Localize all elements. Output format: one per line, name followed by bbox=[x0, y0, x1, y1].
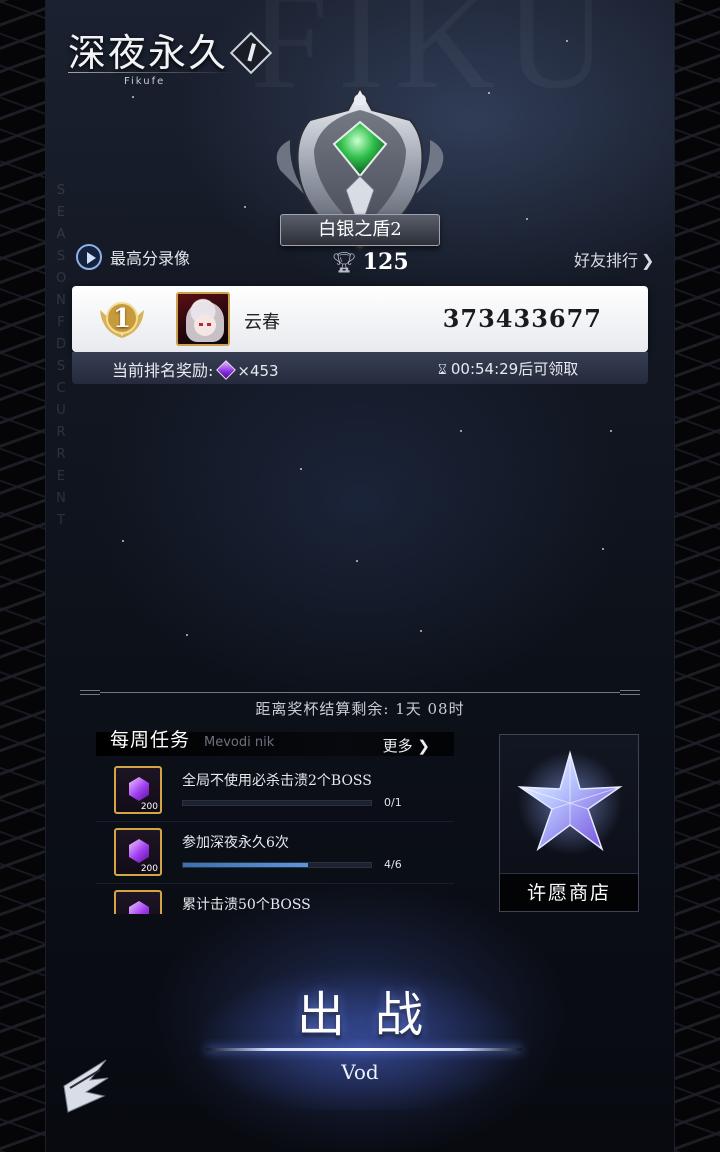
task-reward-icon: 200 bbox=[114, 890, 162, 914]
crystal-star-icon bbox=[517, 750, 623, 855]
vertical-season-text: SEASON FDSCURRENT bbox=[56, 183, 73, 528]
settlement-countdown: 距离奖杯结算剩余: 1天 08时 bbox=[255, 700, 465, 718]
reward-countdown: 00:54:29后可领取 bbox=[450, 360, 579, 378]
weekly-task-list[interactable]: 200 全局不使用必杀击溃2个BOSS 0/1 200 参加深夜永久6次 4/6… bbox=[96, 760, 454, 914]
player-name: 云春 bbox=[244, 312, 280, 333]
star bbox=[356, 560, 358, 562]
wish-shop-button[interactable]: 许愿商店 bbox=[499, 734, 639, 912]
star bbox=[488, 92, 490, 94]
battle-button[interactable]: 出战 bbox=[240, 980, 480, 1050]
chevron-right-icon: ❯ bbox=[641, 251, 655, 270]
task-progress-bar bbox=[182, 800, 372, 806]
tasks-more-button[interactable]: 更多 ❯ bbox=[383, 735, 430, 756]
friend-ranking-label: 好友排行 bbox=[574, 251, 639, 270]
rank-reward-strip: 当前排名奖励: ×453 ⌛︎ 00:54:29后可领取 bbox=[72, 352, 648, 384]
back-wing-icon[interactable] bbox=[60, 1056, 112, 1118]
star bbox=[244, 206, 246, 208]
task-reward-icon: 200 bbox=[114, 828, 162, 876]
star bbox=[460, 430, 462, 432]
section-divider bbox=[80, 690, 640, 696]
task-item[interactable]: 200 累计击溃50个BOSS bbox=[96, 884, 454, 914]
right-vine-border bbox=[674, 0, 720, 1152]
reward-info: 当前排名奖励: ×453 bbox=[112, 357, 279, 381]
rank-position: 1 bbox=[112, 304, 132, 334]
reward-timer: ⌛︎ 00:54:29后可领取 bbox=[438, 358, 578, 379]
purple-gem-icon bbox=[129, 901, 149, 914]
task-name: 参加深夜永久6次 bbox=[182, 835, 289, 851]
best-replay-label: 最高分录像 bbox=[110, 249, 191, 268]
task-progress-fill bbox=[183, 863, 309, 867]
weekly-tasks-title: 每周任务 bbox=[110, 729, 191, 751]
task-reward-count: 200 bbox=[140, 802, 158, 812]
rank-tier-ribbon: 白银之盾2 bbox=[280, 214, 440, 246]
task-item[interactable]: 200 参加深夜永久6次 4/6 bbox=[96, 822, 454, 884]
mode-title: 深夜永久 bbox=[68, 31, 229, 75]
star bbox=[566, 40, 568, 42]
star bbox=[610, 430, 612, 432]
tasks-more-label: 更多 bbox=[382, 737, 413, 755]
star bbox=[526, 218, 528, 220]
task-item[interactable]: 200 全局不使用必杀击溃2个BOSS 0/1 bbox=[96, 760, 454, 822]
player-score: 373433677 bbox=[442, 304, 602, 333]
trophy-icon: 🏆︎ bbox=[331, 250, 357, 274]
task-name: 全局不使用必杀击溃2个BOSS bbox=[182, 773, 372, 789]
play-circle-icon bbox=[76, 244, 102, 270]
trophy-value: 125 bbox=[362, 249, 409, 275]
star bbox=[132, 96, 134, 98]
task-progress-bar bbox=[182, 862, 372, 868]
task-reward-count: 200 bbox=[140, 864, 158, 874]
task-name: 累计击溃50个BOSS bbox=[182, 897, 311, 913]
hourglass-icon: ⌛︎ bbox=[438, 362, 447, 378]
avatar[interactable] bbox=[176, 292, 230, 346]
left-vine-border bbox=[0, 0, 46, 1152]
friend-ranking-button[interactable]: 好友排行 ❯ bbox=[574, 247, 654, 271]
battle-underline bbox=[206, 1048, 522, 1051]
star bbox=[122, 540, 124, 542]
leaderboard-card[interactable]: 1 云春 373433677 bbox=[72, 286, 648, 352]
task-progress-text: 4/6 bbox=[384, 858, 402, 871]
purple-gem-icon bbox=[216, 360, 237, 380]
task-progress-text: 0/1 bbox=[384, 796, 402, 809]
weekly-tasks-subtitle: Mevodi nik bbox=[204, 735, 275, 750]
purple-gem-icon bbox=[129, 839, 149, 863]
star bbox=[420, 630, 422, 632]
star bbox=[602, 548, 604, 550]
task-reward-icon: 200 bbox=[114, 766, 162, 814]
game-screen: FIKU SEASON FDSCURRENT 深夜永久 Fikufe bbox=[0, 0, 720, 1152]
title-underline bbox=[68, 72, 238, 73]
star bbox=[300, 468, 302, 470]
wish-shop-label: 许愿商店 bbox=[500, 873, 638, 911]
star bbox=[186, 634, 188, 636]
mode-subtitle: Fikufe bbox=[124, 76, 166, 87]
reward-quantity: ×453 bbox=[237, 362, 279, 380]
best-replay-button[interactable]: 最高分录像 bbox=[76, 244, 190, 270]
weekly-tasks-header: 每周任务 Mevodi nik 更多 ❯ bbox=[96, 729, 454, 756]
mode-title-block: 深夜永久 Fikufe bbox=[68, 22, 273, 87]
chevron-right-icon: ❯ bbox=[412, 737, 430, 755]
trophy-count: 🏆︎ 125 bbox=[320, 248, 420, 276]
purple-gem-icon bbox=[129, 777, 149, 801]
reward-label: 当前排名奖励: bbox=[112, 361, 214, 380]
